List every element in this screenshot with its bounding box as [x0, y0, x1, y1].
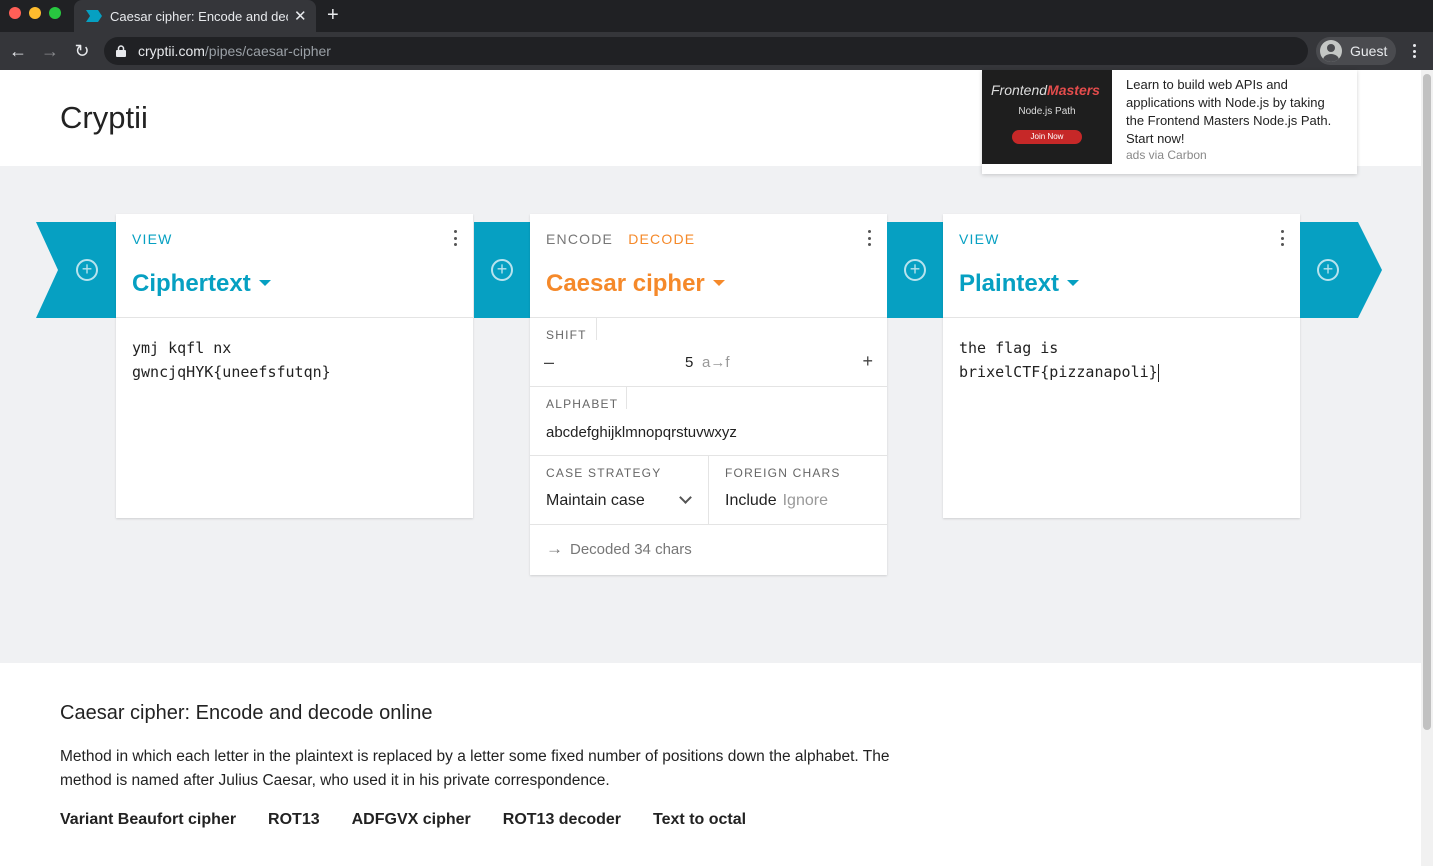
add-brick-icon[interactable]: +: [1317, 259, 1339, 281]
info-title: Caesar cipher: Encode and decode online: [60, 702, 433, 724]
encode-mode-button[interactable]: ENCODE: [546, 231, 613, 247]
case-strategy-select[interactable]: CASE STRATEGY Maintain case: [530, 456, 709, 524]
card-title[interactable]: Plaintext: [959, 270, 1080, 298]
back-arrow-icon[interactable]: ←: [8, 41, 28, 61]
ad-brand: FrontendMasters: [991, 82, 1100, 98]
status-text: Decoded 34 chars: [570, 541, 692, 558]
page-scrollbar[interactable]: [1421, 70, 1433, 866]
mode-toggle: ENCODE DECODE: [546, 231, 695, 247]
shift-field: SHIFT – 5 a→f +: [530, 318, 887, 387]
card-mode-label[interactable]: VIEW: [132, 231, 173, 247]
lock-icon: [116, 45, 126, 57]
status-bar: → Decoded 34 chars: [530, 525, 887, 575]
chevron-down-icon: [679, 491, 692, 504]
arrow-right-icon: →: [546, 539, 563, 558]
case-strategy-value: Maintain case: [546, 492, 645, 509]
more-vert-icon[interactable]: [1278, 230, 1286, 246]
browser-tab[interactable]: Caesar cipher: Encode and decode online …: [74, 0, 316, 32]
ad-path-label: Node.js Path: [1018, 106, 1076, 117]
foreign-chars-label: FOREIGN CHARS: [725, 466, 841, 480]
related-link[interactable]: ROT13: [268, 811, 320, 829]
page: Cryptii FrontendMasters Node.js Path Joi…: [0, 70, 1421, 866]
shift-value[interactable]: 5: [685, 354, 693, 371]
ciphertext-card: VIEW Ciphertext ymj kqfl nx gwncjqHYK{un…: [116, 214, 473, 518]
more-vert-icon[interactable]: [451, 230, 459, 246]
more-vert-icon[interactable]: [865, 230, 873, 246]
carbon-ad[interactable]: FrontendMasters Node.js Path Join Now Le…: [982, 70, 1357, 174]
forward-arrow-icon[interactable]: →: [40, 41, 60, 61]
card-mode-label[interactable]: VIEW: [959, 231, 1000, 247]
ad-join-button[interactable]: Join Now: [1012, 130, 1082, 144]
related-link[interactable]: Text to octal: [653, 811, 746, 829]
cryptii-favicon-icon: [86, 10, 102, 22]
text-cursor: [1157, 363, 1159, 382]
foreign-chars-options: Include Ignore: [725, 492, 828, 510]
shift-decrement-button[interactable]: –: [544, 352, 554, 373]
address-bar[interactable]: cryptii.com/pipes/caesar-cipher: [104, 37, 1308, 65]
ad-text[interactable]: Learn to build web APIs and applications…: [1126, 76, 1346, 148]
window-maximize-button[interactable]: [49, 7, 61, 19]
related-link[interactable]: ADFGVX cipher: [352, 811, 471, 829]
options-row: CASE STRATEGY Maintain case FOREIGN CHAR…: [530, 456, 887, 525]
foreign-chars-field: FOREIGN CHARS Include Ignore: [709, 456, 887, 524]
site-title[interactable]: Cryptii: [60, 100, 148, 136]
add-brick-icon[interactable]: +: [904, 259, 926, 281]
reload-icon[interactable]: ↻: [72, 41, 92, 61]
plaintext-card: VIEW Plaintext the flag is brixelCTF{piz…: [943, 214, 1300, 518]
pipeline-end-connector: [1300, 222, 1382, 318]
foreign-ignore-option[interactable]: Ignore: [783, 492, 828, 509]
shift-increment-button[interactable]: +: [862, 351, 873, 372]
case-strategy-label: CASE STRATEGY: [546, 466, 662, 480]
tab-close-icon[interactable]: ✕: [294, 9, 307, 24]
add-brick-icon[interactable]: +: [76, 259, 98, 281]
info-description: Method in which each letter in the plain…: [60, 748, 890, 789]
card-title[interactable]: Caesar cipher: [546, 270, 725, 298]
ad-image[interactable]: FrontendMasters Node.js Path Join Now: [982, 70, 1112, 164]
related-link[interactable]: ROT13 decoder: [503, 811, 621, 829]
add-brick-icon[interactable]: +: [491, 259, 513, 281]
browser-tab-bar: Caesar cipher: Encode and decode online …: [0, 0, 1433, 32]
pipeline: + VIEW Ciphertext ymj kqfl nx gwncjqHYK{…: [0, 166, 1421, 663]
related-links: Variant Beaufort cipher ROT13 ADFGVX cip…: [60, 811, 940, 829]
info-section: Caesar cipher: Encode and decode online …: [60, 702, 940, 829]
url-host: cryptii.com: [138, 43, 205, 59]
foreign-include-option[interactable]: Include: [725, 492, 777, 509]
caret-down-icon: [1067, 279, 1080, 286]
profile-label: Guest: [1350, 43, 1388, 59]
caret-down-icon: [258, 279, 271, 286]
caesar-cipher-card: ENCODE DECODE Caesar cipher SHIFT – 5 a→…: [530, 214, 887, 575]
decode-mode-button[interactable]: DECODE: [628, 231, 695, 247]
related-link[interactable]: Variant Beaufort cipher: [60, 811, 236, 829]
caret-down-icon: [712, 279, 725, 286]
alphabet-label: ALPHABET: [546, 397, 619, 411]
url-path: /pipes/caesar-cipher: [204, 43, 331, 59]
shift-mapping: a→f: [702, 354, 730, 371]
card-title[interactable]: Ciphertext: [132, 270, 271, 298]
ad-via-link[interactable]: ads via Carbon: [1126, 148, 1207, 162]
avatar-icon: [1320, 40, 1342, 62]
new-tab-icon[interactable]: +: [327, 5, 339, 25]
plaintext-textarea[interactable]: the flag is brixelCTF{pizzanapoli}: [943, 318, 1300, 518]
tab-title: Caesar cipher: Encode and decode online: [110, 8, 288, 24]
browser-toolbar: ← → ↻ cryptii.com/pipes/caesar-cipher Gu…: [0, 32, 1433, 70]
ciphertext-textarea[interactable]: ymj kqfl nx gwncjqHYK{uneefsfutqn}: [116, 318, 473, 518]
scrollbar-thumb[interactable]: [1423, 74, 1431, 730]
alphabet-input[interactable]: abcdefghijklmnopqrstuvwxyz: [546, 424, 737, 441]
window-close-button[interactable]: [9, 7, 21, 19]
browser-menu-icon[interactable]: [1408, 41, 1420, 61]
window-minimize-button[interactable]: [29, 7, 41, 19]
shift-label: SHIFT: [546, 328, 587, 342]
alphabet-field: ALPHABET abcdefghijklmnopqrstuvwxyz: [530, 387, 887, 456]
profile-button[interactable]: Guest: [1316, 37, 1396, 65]
